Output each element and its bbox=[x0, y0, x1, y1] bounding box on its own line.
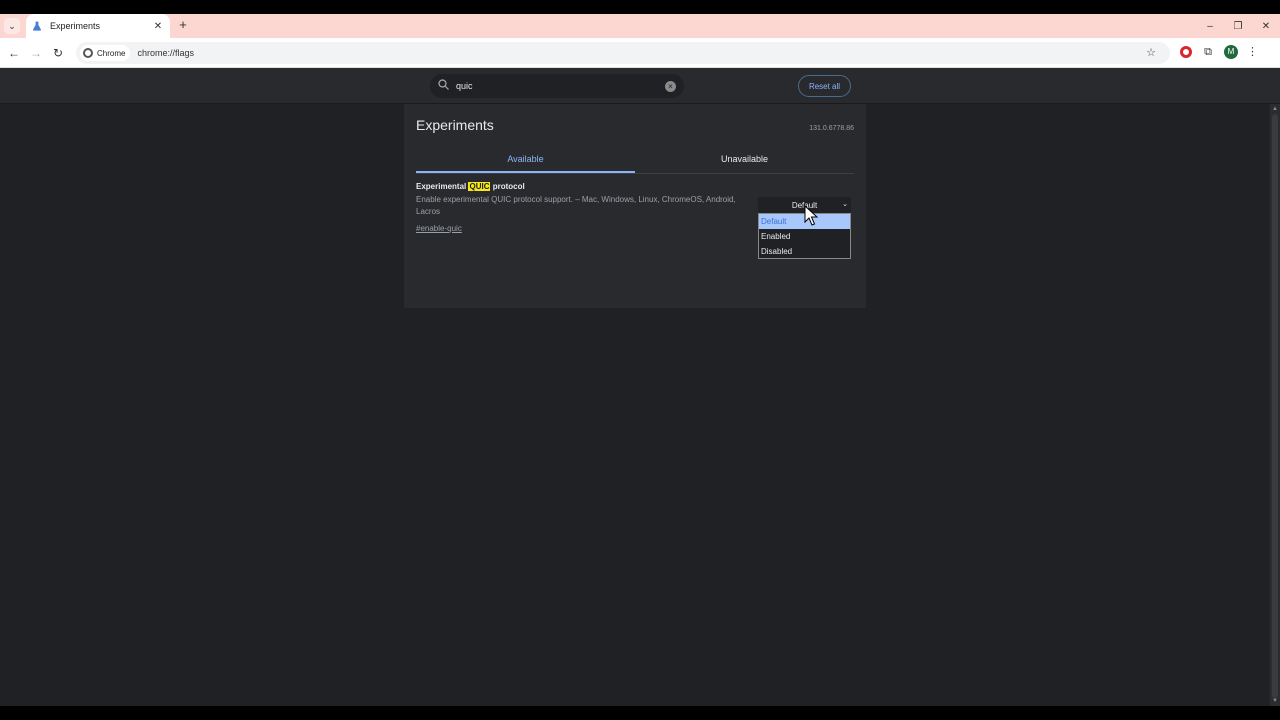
tab-strip bbox=[0, 14, 1280, 38]
tab-title: Experiments bbox=[50, 21, 101, 31]
chevron-down-icon: ⌄ bbox=[842, 201, 848, 208]
url-text: chrome://flags bbox=[137, 48, 194, 58]
opera-icon[interactable] bbox=[1180, 46, 1192, 58]
address-bar[interactable]: Chrome chrome://flags ☆ bbox=[76, 42, 1170, 64]
mouse-cursor-icon bbox=[804, 205, 818, 226]
flag-name-suffix: protocol bbox=[490, 182, 525, 191]
site-info-chip[interactable]: Chrome bbox=[80, 45, 131, 61]
minimize-icon[interactable]: – bbox=[1196, 14, 1224, 38]
bookmark-star-icon[interactable]: ☆ bbox=[1146, 46, 1156, 59]
search-icon bbox=[438, 79, 452, 93]
browser-tab[interactable]: Experiments ✕ bbox=[26, 14, 170, 38]
version-label: 131.0.6778.86 bbox=[809, 125, 854, 132]
top-black-bar bbox=[0, 0, 1280, 14]
flag-name-highlight: QUIC bbox=[468, 182, 491, 191]
flask-icon bbox=[32, 21, 42, 31]
tab-unavailable[interactable]: Unavailable bbox=[635, 148, 854, 173]
flag-entry: Experimental QUIC protocol Enable experi… bbox=[416, 182, 742, 236]
page-title: Experiments bbox=[416, 117, 494, 133]
scroll-down-icon[interactable]: ▼ bbox=[1272, 698, 1278, 704]
chevron-down-icon: ⌄ bbox=[8, 20, 16, 31]
restore-icon[interactable]: ❐ bbox=[1224, 14, 1252, 38]
chrome-icon bbox=[83, 48, 93, 58]
reset-all-button[interactable]: Reset all bbox=[798, 75, 851, 97]
back-icon[interactable]: ← bbox=[6, 45, 22, 61]
flags-page: × Reset all Experiments 131.0.6778.86 Av… bbox=[0, 68, 1280, 706]
window-close-icon[interactable]: ✕ bbox=[1252, 14, 1280, 38]
extensions-puzzle-icon[interactable]: ⧉ bbox=[1201, 45, 1215, 59]
chip-label: Chrome bbox=[97, 48, 126, 58]
flag-description: Enable experimental QUIC protocol suppor… bbox=[416, 195, 736, 216]
tab-available[interactable]: Available bbox=[416, 148, 635, 173]
kebab-menu-icon[interactable]: ⋮ bbox=[1247, 45, 1258, 59]
tab-close-icon[interactable]: ✕ bbox=[152, 21, 164, 32]
search-input[interactable] bbox=[456, 81, 665, 91]
flag-name-prefix: Experimental bbox=[416, 182, 469, 191]
new-tab-button[interactable]: + bbox=[176, 18, 190, 32]
tab-bar: Available Unavailable bbox=[416, 148, 854, 174]
reload-icon[interactable]: ↻ bbox=[50, 45, 66, 61]
window-controls: – ❐ ✕ bbox=[1196, 14, 1280, 38]
bottom-black-bar bbox=[0, 706, 1280, 720]
browser-toolbar: ← → ↻ Chrome chrome://flags ☆ ⧉ M ⋮ bbox=[0, 38, 1280, 68]
flag-link[interactable]: #enable-quic bbox=[416, 224, 462, 233]
option-enabled[interactable]: Enabled bbox=[759, 229, 850, 244]
clear-search-icon[interactable]: × bbox=[665, 80, 676, 92]
page-header: × Reset all bbox=[0, 68, 1280, 104]
tab-search-button[interactable]: ⌄ bbox=[4, 18, 20, 34]
flag-name: Experimental QUIC protocol bbox=[416, 182, 742, 191]
page-scrollbar[interactable]: ▲ ▼ bbox=[1270, 104, 1280, 706]
profile-avatar[interactable]: M bbox=[1224, 45, 1238, 59]
option-disabled[interactable]: Disabled bbox=[759, 244, 850, 259]
search-box[interactable]: × bbox=[430, 74, 684, 98]
forward-icon[interactable]: → bbox=[28, 45, 44, 61]
extension-area: ⧉ M ⋮ bbox=[1180, 45, 1258, 59]
scrollbar-thumb[interactable] bbox=[1272, 114, 1278, 698]
scroll-up-icon[interactable]: ▲ bbox=[1272, 106, 1278, 112]
